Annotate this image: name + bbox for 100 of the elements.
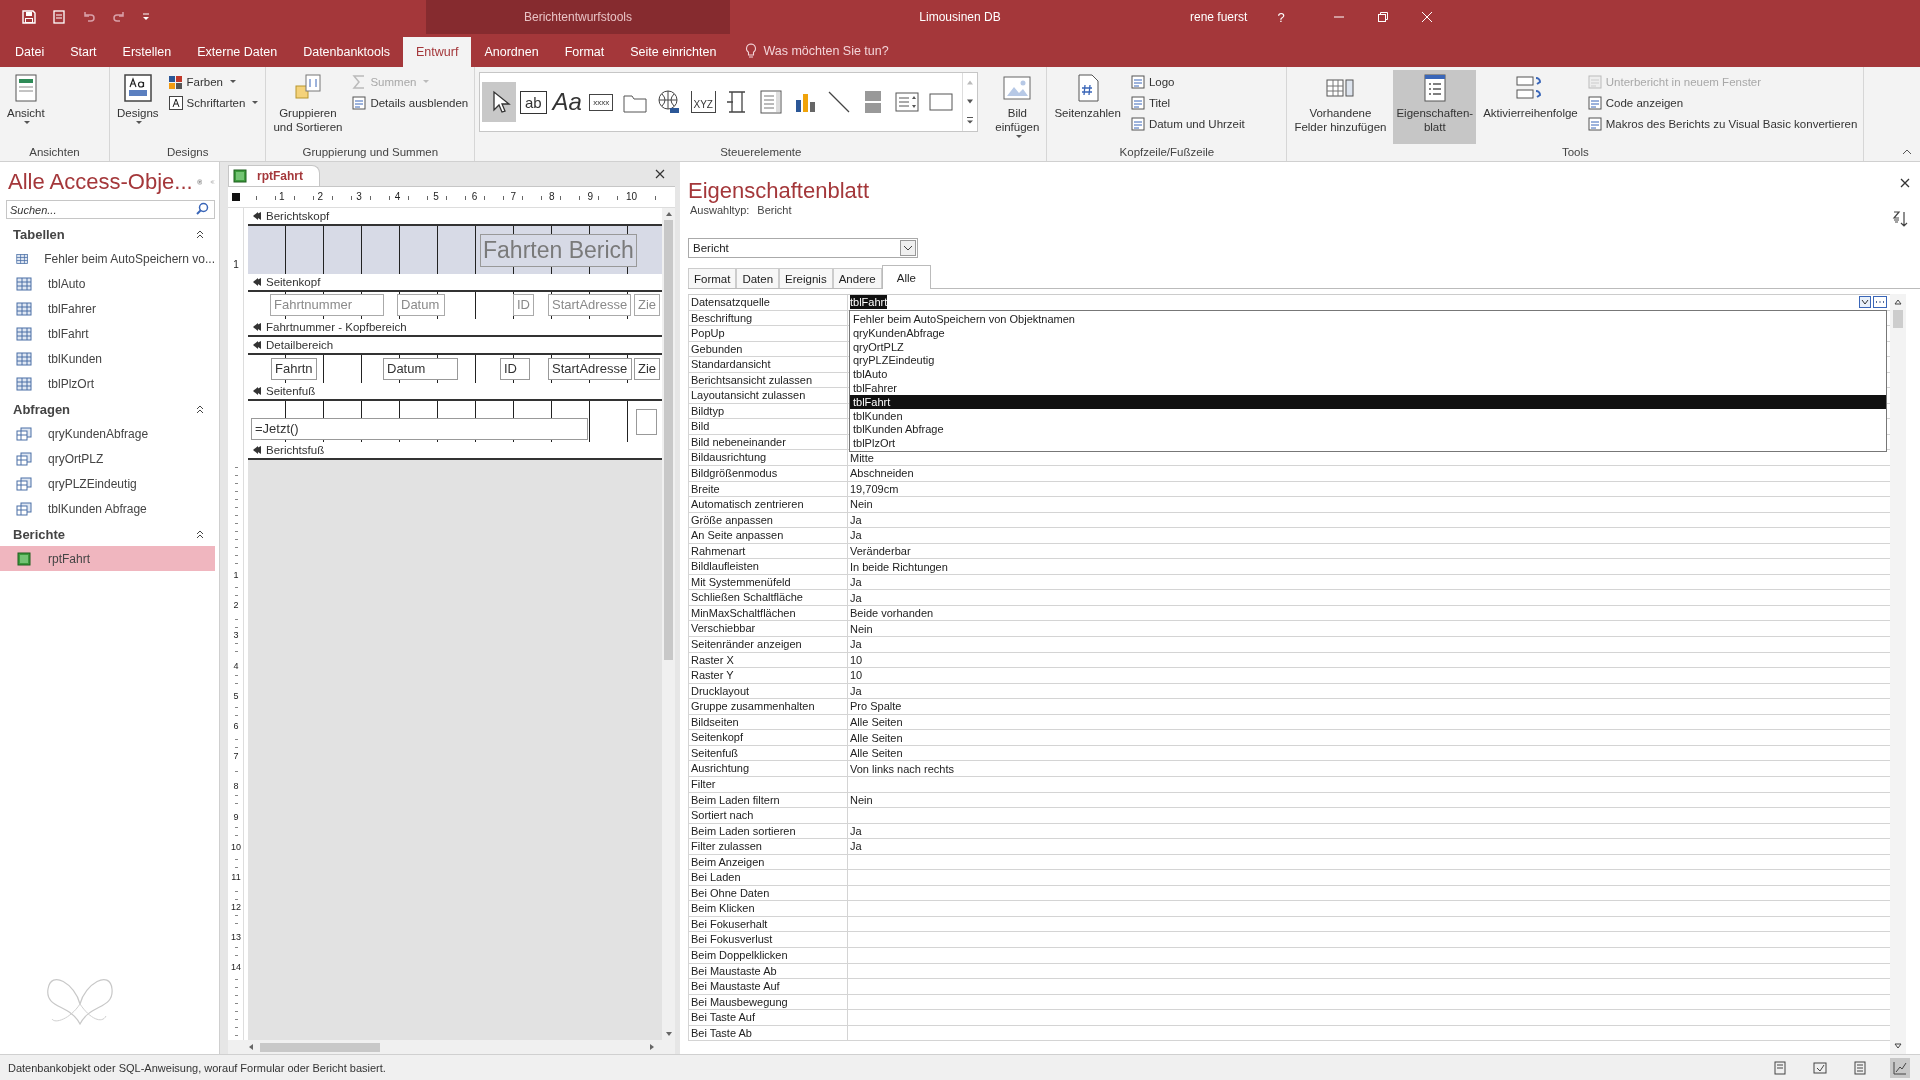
property-value[interactable]: Ja (850, 637, 862, 652)
ribbon-button[interactable]: Designs (114, 70, 162, 144)
field-label[interactable]: Datum (397, 294, 445, 316)
property-value[interactable]: Ja (850, 528, 862, 543)
property-value[interactable]: Alle Seiten (850, 715, 903, 730)
nav-item[interactable]: rptFahrt (0, 546, 215, 571)
ribbon-button[interactable]: Makros des Berichts zu Visual Basic konvertieren (1584, 114, 1860, 133)
control-tool[interactable]: XYZ (686, 82, 721, 122)
control-tool[interactable] (482, 82, 517, 122)
dropdown-option[interactable]: Fehler beim AutoSpeichern von Objektnamen (850, 312, 1886, 326)
view-icon[interactable] (1890, 1057, 1910, 1078)
nav-item[interactable]: tblPlzOrt (0, 371, 215, 396)
property-value[interactable]: Nein (850, 792, 873, 807)
section-bar[interactable]: Fahrtnummer - Kopfbereich (248, 319, 662, 337)
property-value[interactable]: 19,709cm (850, 481, 899, 496)
help-button[interactable]: ? (1277, 9, 1285, 25)
nav-item[interactable]: qryPLZEindeutig (0, 471, 215, 496)
nav-item[interactable]: tblFahrer (0, 296, 215, 321)
section-bar[interactable]: Berichtsfuß (248, 442, 662, 460)
property-value[interactable]: Mitte (850, 450, 874, 465)
control-tool[interactable]: xxxx (584, 82, 619, 122)
property-value[interactable]: In beide Richtungen (850, 559, 948, 574)
dropdown-option[interactable]: qryPLZEindeutig (850, 353, 1886, 368)
close-icon[interactable] (1900, 178, 1910, 188)
dropdown-option[interactable]: qryOrtPLZ (850, 339, 1886, 354)
dropdown-option[interactable]: tblFahrer (850, 381, 1886, 395)
property-value[interactable]: 10 (850, 668, 863, 683)
property-value[interactable]: Ja (850, 590, 862, 605)
nav-item[interactable]: tblFahrt (0, 321, 215, 346)
search-icon[interactable] (195, 202, 209, 216)
ribbon-tab[interactable]: Datenbanktools (290, 37, 404, 67)
sheet-tab[interactable]: Ereignis (779, 268, 833, 288)
ribbon-tab[interactable]: Anordnen (471, 37, 552, 67)
nav-item[interactable]: qryKundenAbfrage (0, 421, 215, 446)
property-value[interactable]: tblFahrt (850, 295, 888, 310)
ribbon-button[interactable]: Datum und Uhrzeit (1127, 114, 1247, 133)
sheet-tab[interactable]: Format (688, 268, 737, 288)
text-box[interactable]: StartAdresse (548, 358, 632, 380)
scrollbar-thumb[interactable] (1893, 310, 1903, 328)
nav-item[interactable]: tblAuto (0, 271, 215, 296)
property-value[interactable]: Ja (850, 683, 862, 698)
text-box[interactable]: Datum (383, 358, 458, 380)
restore-icon[interactable] (1376, 11, 1389, 23)
dropdown-option[interactable]: tblKunden (850, 408, 1886, 423)
section-bar[interactable]: Seitenfuß (248, 383, 662, 401)
property-value[interactable]: 10 (850, 652, 863, 667)
object-combobox[interactable]: Bericht (688, 238, 918, 258)
ribbon-button[interactable]: Farben (165, 72, 262, 91)
form-icon[interactable] (51, 9, 67, 25)
text-box[interactable]: Zie (634, 358, 661, 380)
ribbon-tab[interactable]: Erstellen (109, 37, 185, 67)
control-box[interactable] (636, 409, 657, 435)
dropdown-option[interactable]: tblAuto (850, 367, 1886, 381)
ribbon-button[interactable]: Logo (1127, 72, 1247, 91)
search-field[interactable]: Suchen... (6, 200, 215, 219)
nav-item[interactable]: Fehler beim AutoSpeichern vo... (0, 246, 215, 271)
ribbon-button[interactable]: Ansicht (4, 70, 48, 144)
user-name[interactable]: rene fuerst (1190, 10, 1248, 24)
ribbon-button[interactable]: Bild einfügen (992, 70, 1043, 144)
nav-item[interactable]: qryOrtPLZ (0, 446, 215, 471)
builder-icon[interactable] (1873, 296, 1887, 309)
sheet-tab[interactable]: Andere (832, 268, 882, 288)
text-box[interactable]: ID (500, 358, 530, 380)
sort-icon[interactable] (1892, 210, 1908, 228)
property-value[interactable]: Ja (850, 839, 862, 854)
property-value[interactable]: Nein (850, 497, 873, 512)
property-value[interactable]: Ja (850, 823, 862, 838)
collapse-icon[interactable] (195, 229, 205, 239)
scrollbar-thumb[interactable] (260, 1042, 380, 1052)
collapse-icon[interactable] (195, 529, 205, 539)
section-bar[interactable]: Berichtskopf (248, 208, 662, 226)
ribbon-tab[interactable]: Start (57, 37, 110, 67)
ribbon-tab[interactable]: Externe Daten (184, 37, 291, 67)
ribbon-button[interactable]: Details ausblenden (349, 93, 471, 112)
dropdown-option[interactable]: tblKunden Abfrage (850, 422, 1886, 437)
property-value[interactable]: Alle Seiten (850, 730, 903, 745)
field-label[interactable]: StartAdresse (548, 294, 632, 316)
ribbon-tab[interactable]: Format (551, 37, 618, 67)
sheet-tab[interactable]: Daten (736, 268, 780, 288)
ribbon-tab[interactable]: Entwurf (403, 37, 472, 67)
ribbon-button[interactable]: Vorhandene Felder hinzufügen (1291, 70, 1390, 144)
property-value[interactable]: Alle Seiten (850, 746, 903, 761)
customize-icon[interactable] (141, 12, 151, 22)
text-box[interactable]: Fahrtn (271, 358, 317, 380)
group-header[interactable]: Tabellen (13, 226, 65, 242)
property-value[interactable]: Nein (850, 621, 873, 636)
property-value[interactable]: Ja (850, 512, 862, 527)
nav-item[interactable]: tblKunden (0, 346, 215, 371)
property-value[interactable]: Abschneiden (850, 466, 914, 481)
dropdown-option[interactable]: tblFahrt (850, 394, 1886, 409)
ribbon-button[interactable]: Seitenzahlen (1051, 70, 1124, 144)
sheet-tab[interactable]: Alle (881, 265, 931, 289)
collapse-icon[interactable] (195, 404, 205, 414)
undo-icon[interactable] (81, 9, 97, 25)
property-value[interactable]: Veränderbar (850, 544, 911, 558)
ribbon-button[interactable]: Schriftarten (165, 93, 262, 112)
group-header[interactable]: Abfragen (13, 401, 71, 417)
nav-item[interactable]: tblKunden Abfrage (0, 496, 215, 521)
tell-me-field[interactable]: Was möchten Sie tun? (763, 44, 889, 58)
ribbon-button[interactable]: Eigenschaften- blatt (1393, 70, 1477, 144)
